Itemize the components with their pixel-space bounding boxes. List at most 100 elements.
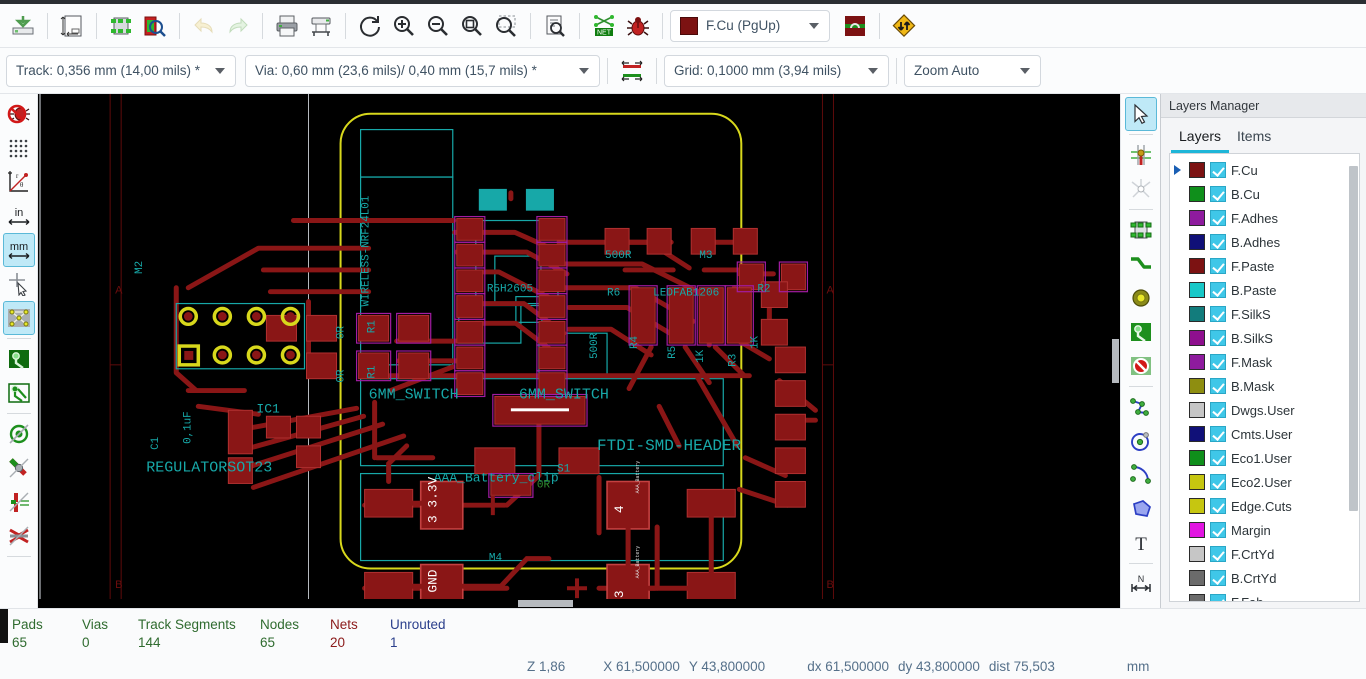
ratsnest-icon[interactable] bbox=[3, 301, 35, 335]
add-graphic-polygon-icon[interactable] bbox=[1125, 492, 1157, 526]
layer-color-swatch[interactable] bbox=[1189, 402, 1205, 418]
layer-color-swatch[interactable] bbox=[1189, 354, 1205, 370]
add-dimension-icon[interactable]: N bbox=[1125, 567, 1157, 601]
layer-visibility-checkbox[interactable] bbox=[1210, 258, 1226, 274]
zone-outline-icon[interactable] bbox=[3, 376, 35, 410]
add-circle-icon[interactable] bbox=[1125, 424, 1157, 458]
via-size-select[interactable]: Via: 0,60 mm (23,6 mils)/ 0,40 mm (15,7 … bbox=[245, 55, 600, 87]
layer-visibility-checkbox[interactable] bbox=[1210, 570, 1226, 586]
layer-visibility-checkbox[interactable] bbox=[1210, 162, 1226, 178]
highspeed-icon[interactable] bbox=[887, 8, 921, 44]
layer-color-swatch[interactable] bbox=[1189, 258, 1205, 274]
layer-row-f-mask[interactable]: F.Mask bbox=[1170, 350, 1359, 374]
layer-color-swatch[interactable] bbox=[1189, 594, 1205, 601]
print-icon[interactable] bbox=[270, 8, 304, 44]
layer-visibility-checkbox[interactable] bbox=[1210, 306, 1226, 322]
layer-visibility-checkbox[interactable] bbox=[1210, 450, 1226, 466]
page-settings-icon[interactable] bbox=[55, 8, 89, 44]
tab-layers[interactable]: Layers bbox=[1171, 124, 1229, 153]
find-icon[interactable] bbox=[538, 8, 572, 44]
auto-track-width-icon[interactable] bbox=[615, 53, 649, 89]
select-tool-icon[interactable] bbox=[1125, 97, 1157, 131]
layers-list[interactable]: F.CuB.CuF.AdhesB.AdhesF.PasteB.PasteF.Si… bbox=[1170, 154, 1359, 601]
layer-row-f-crtyd[interactable]: F.CrtYd bbox=[1170, 542, 1359, 566]
layer-row-eco2-user[interactable]: Eco2.User bbox=[1170, 470, 1359, 494]
highlight-net-icon[interactable] bbox=[1125, 138, 1157, 172]
layer-row-margin[interactable]: Margin bbox=[1170, 518, 1359, 542]
layer-visibility-checkbox[interactable] bbox=[1210, 426, 1226, 442]
add-footprint-icon[interactable] bbox=[1125, 213, 1157, 247]
units-mm-icon[interactable]: mm bbox=[3, 233, 35, 267]
layer-row-edge-cuts[interactable]: Edge.Cuts bbox=[1170, 494, 1359, 518]
canvas-horizontal-scrollbar[interactable] bbox=[38, 599, 1120, 608]
layer-row-dwgs-user[interactable]: Dwgs.User bbox=[1170, 398, 1359, 422]
layer-visibility-checkbox[interactable] bbox=[1210, 498, 1226, 514]
plot-icon[interactable] bbox=[304, 8, 338, 44]
layer-row-b-paste[interactable]: B.Paste bbox=[1170, 278, 1359, 302]
zoom-fit-icon[interactable] bbox=[455, 8, 489, 44]
layer-color-swatch[interactable] bbox=[1189, 498, 1205, 514]
add-zone-icon[interactable] bbox=[1125, 315, 1157, 349]
layer-row-f-silks[interactable]: F.SilkS bbox=[1170, 302, 1359, 326]
local-ratsnest-icon[interactable] bbox=[1125, 172, 1157, 206]
layer-visibility-checkbox[interactable] bbox=[1210, 234, 1226, 250]
layer-visibility-checkbox[interactable] bbox=[1210, 378, 1226, 394]
units-inches-icon[interactable]: in bbox=[3, 199, 35, 233]
zoom-area-icon[interactable] bbox=[489, 8, 523, 44]
layers-scroll-thumb[interactable] bbox=[1349, 166, 1358, 511]
canvas-vscroll-thumb[interactable] bbox=[1112, 339, 1119, 383]
undo-icon[interactable] bbox=[187, 8, 221, 44]
add-via-icon[interactable] bbox=[1125, 281, 1157, 315]
layer-color-swatch[interactable] bbox=[1189, 210, 1205, 226]
layer-visibility-checkbox[interactable] bbox=[1210, 546, 1226, 562]
polar-coords-icon[interactable]: r θ bbox=[3, 165, 35, 199]
layer-row-b-silks[interactable]: B.SilkS bbox=[1170, 326, 1359, 350]
layer-pair-icon[interactable] bbox=[838, 8, 872, 44]
add-text-icon[interactable]: T bbox=[1125, 526, 1157, 560]
layer-visibility-checkbox[interactable] bbox=[1210, 474, 1226, 490]
layer-color-swatch[interactable] bbox=[1189, 234, 1205, 250]
zoom-select[interactable]: Zoom Auto bbox=[904, 55, 1041, 87]
canvas-vertical-scrollbar[interactable] bbox=[1111, 94, 1120, 608]
drc-icon[interactable] bbox=[621, 8, 655, 44]
layer-visibility-checkbox[interactable] bbox=[1210, 282, 1226, 298]
grid-display-icon[interactable] bbox=[3, 131, 35, 165]
save-board-icon[interactable] bbox=[6, 8, 40, 44]
track-width-select[interactable]: Track: 0,356 mm (14,00 mils) * bbox=[6, 55, 236, 87]
layer-color-swatch[interactable] bbox=[1189, 474, 1205, 490]
refresh-icon[interactable] bbox=[353, 8, 387, 44]
pcb-canvas[interactable]: A B A B bbox=[38, 94, 1120, 608]
layer-color-swatch[interactable] bbox=[1189, 330, 1205, 346]
layer-color-swatch[interactable] bbox=[1189, 546, 1205, 562]
layer-row-f-cu[interactable]: F.Cu bbox=[1170, 158, 1359, 182]
layer-visibility-checkbox[interactable] bbox=[1210, 186, 1226, 202]
zone-filled-icon[interactable] bbox=[3, 342, 35, 376]
layer-color-swatch[interactable] bbox=[1189, 522, 1205, 538]
layer-visibility-checkbox[interactable] bbox=[1210, 402, 1226, 418]
layers-scrollbar[interactable] bbox=[1349, 156, 1358, 599]
route-track-icon[interactable] bbox=[1125, 247, 1157, 281]
netlist-icon[interactable]: NET bbox=[587, 8, 621, 44]
layer-row-b-adhes[interactable]: B.Adhes bbox=[1170, 230, 1359, 254]
footprint-viewer-icon[interactable] bbox=[138, 8, 172, 44]
add-polyline-icon[interactable] bbox=[1125, 390, 1157, 424]
footprint-outline-sketch-icon[interactable] bbox=[3, 519, 35, 553]
layer-visibility-checkbox[interactable] bbox=[1210, 210, 1226, 226]
zoom-out-icon[interactable] bbox=[421, 8, 455, 44]
layer-row-f-fab[interactable]: F.Fab bbox=[1170, 590, 1359, 601]
layer-color-swatch[interactable] bbox=[1189, 282, 1205, 298]
layer-visibility-checkbox[interactable] bbox=[1210, 522, 1226, 538]
layer-visibility-checkbox[interactable] bbox=[1210, 354, 1226, 370]
grid-select[interactable]: Grid: 0,1000 mm (3,94 mils) bbox=[664, 55, 889, 87]
layer-color-swatch[interactable] bbox=[1189, 186, 1205, 202]
tab-items[interactable]: Items bbox=[1229, 124, 1279, 153]
canvas-hscroll-thumb[interactable] bbox=[518, 600, 573, 607]
layer-color-swatch[interactable] bbox=[1189, 378, 1205, 394]
drc-off-icon[interactable] bbox=[3, 97, 35, 131]
layer-row-eco1-user[interactable]: Eco1.User bbox=[1170, 446, 1359, 470]
layer-color-swatch[interactable] bbox=[1189, 426, 1205, 442]
add-arc-icon[interactable] bbox=[1125, 458, 1157, 492]
track-sketch-icon[interactable] bbox=[3, 485, 35, 519]
layer-row-f-adhes[interactable]: F.Adhes bbox=[1170, 206, 1359, 230]
cursor-shape-icon[interactable] bbox=[3, 267, 35, 301]
